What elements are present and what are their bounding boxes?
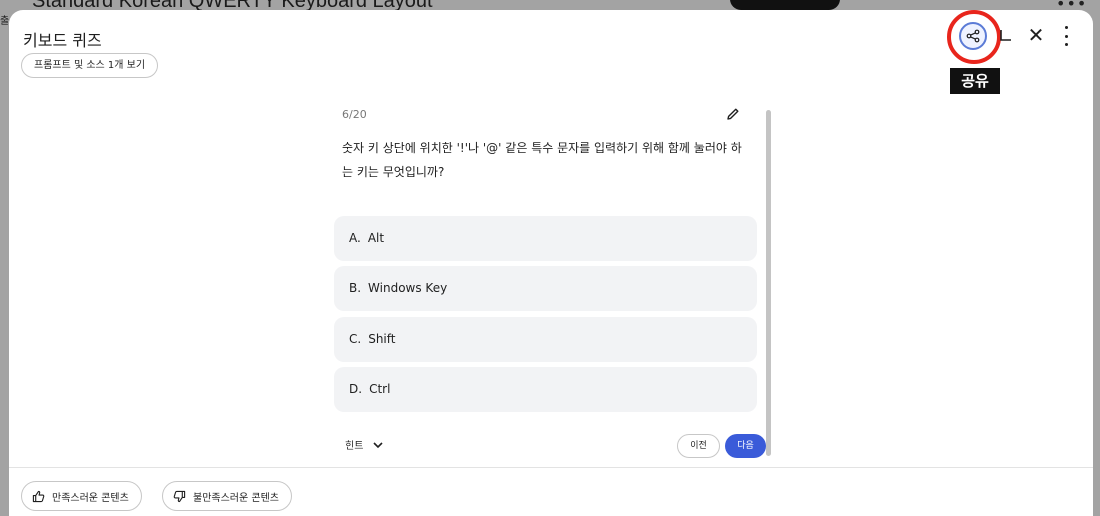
share-tooltip: 공유 bbox=[950, 68, 1000, 94]
scrollbar-thumb[interactable] bbox=[766, 110, 771, 456]
next-button[interactable]: 다음 bbox=[725, 434, 766, 458]
option-letter: D. bbox=[349, 382, 363, 396]
thumbs-down-icon bbox=[173, 490, 186, 502]
thumbs-down-label: 불만족스러운 콘텐츠 bbox=[193, 492, 279, 504]
answer-option-c[interactable]: C. Shift bbox=[334, 317, 757, 362]
expand-icon[interactable] bbox=[999, 28, 1013, 42]
option-letter: A. bbox=[349, 231, 361, 245]
hint-label: 힌트 bbox=[345, 441, 364, 452]
thumbs-up-label: 만족스러운 콘텐츠 bbox=[52, 492, 129, 504]
close-icon[interactable]: ✕ bbox=[1027, 25, 1045, 45]
chevron-down-icon bbox=[373, 441, 383, 448]
scrollbar[interactable] bbox=[764, 98, 772, 458]
option-text: Ctrl bbox=[369, 382, 391, 396]
footer-divider bbox=[9, 467, 1093, 468]
option-text: Shift bbox=[368, 332, 396, 346]
answer-option-d[interactable]: D. Ctrl bbox=[334, 367, 757, 412]
option-letter: C. bbox=[349, 332, 362, 346]
background-left-text: 출 bbox=[0, 16, 10, 27]
thumbs-up-button[interactable]: 만족스러운 콘텐츠 bbox=[21, 481, 142, 511]
question-text: 숫자 키 상단에 위치한 '!'나 '@' 같은 특수 문자를 입력하기 위해 … bbox=[342, 141, 742, 179]
quiz-modal: 키보드 퀴즈 프롬프트 및 소스 1개 보기 ✕ 공유 6/20 숫자 키 상단… bbox=[9, 10, 1093, 516]
thumbs-down-button[interactable]: 불만족스러운 콘텐츠 bbox=[162, 481, 292, 511]
option-text: Windows Key bbox=[368, 281, 448, 295]
hint-toggle[interactable]: 힌트 bbox=[345, 437, 383, 452]
share-icon bbox=[966, 29, 980, 43]
view-sources-button[interactable]: 프롬프트 및 소스 1개 보기 bbox=[21, 53, 159, 78]
thumbs-up-icon bbox=[32, 490, 45, 502]
edit-icon[interactable] bbox=[725, 106, 741, 122]
previous-button[interactable]: 이전 bbox=[677, 434, 720, 458]
more-options-icon[interactable] bbox=[1059, 26, 1073, 46]
answer-option-a[interactable]: A. Alt bbox=[334, 216, 757, 261]
question-counter: 6/20 bbox=[342, 108, 367, 121]
share-button[interactable] bbox=[959, 22, 987, 50]
answer-option-b[interactable]: B. Windows Key bbox=[334, 266, 757, 311]
background-pill bbox=[730, 0, 840, 10]
option-letter: B. bbox=[349, 281, 362, 295]
quiz-panel: 6/20 숫자 키 상단에 위치한 '!'나 '@' 같은 특수 문자를 입력하… bbox=[333, 98, 773, 458]
option-text: Alt bbox=[367, 231, 385, 245]
modal-title: 키보드 퀴즈 bbox=[23, 31, 102, 50]
